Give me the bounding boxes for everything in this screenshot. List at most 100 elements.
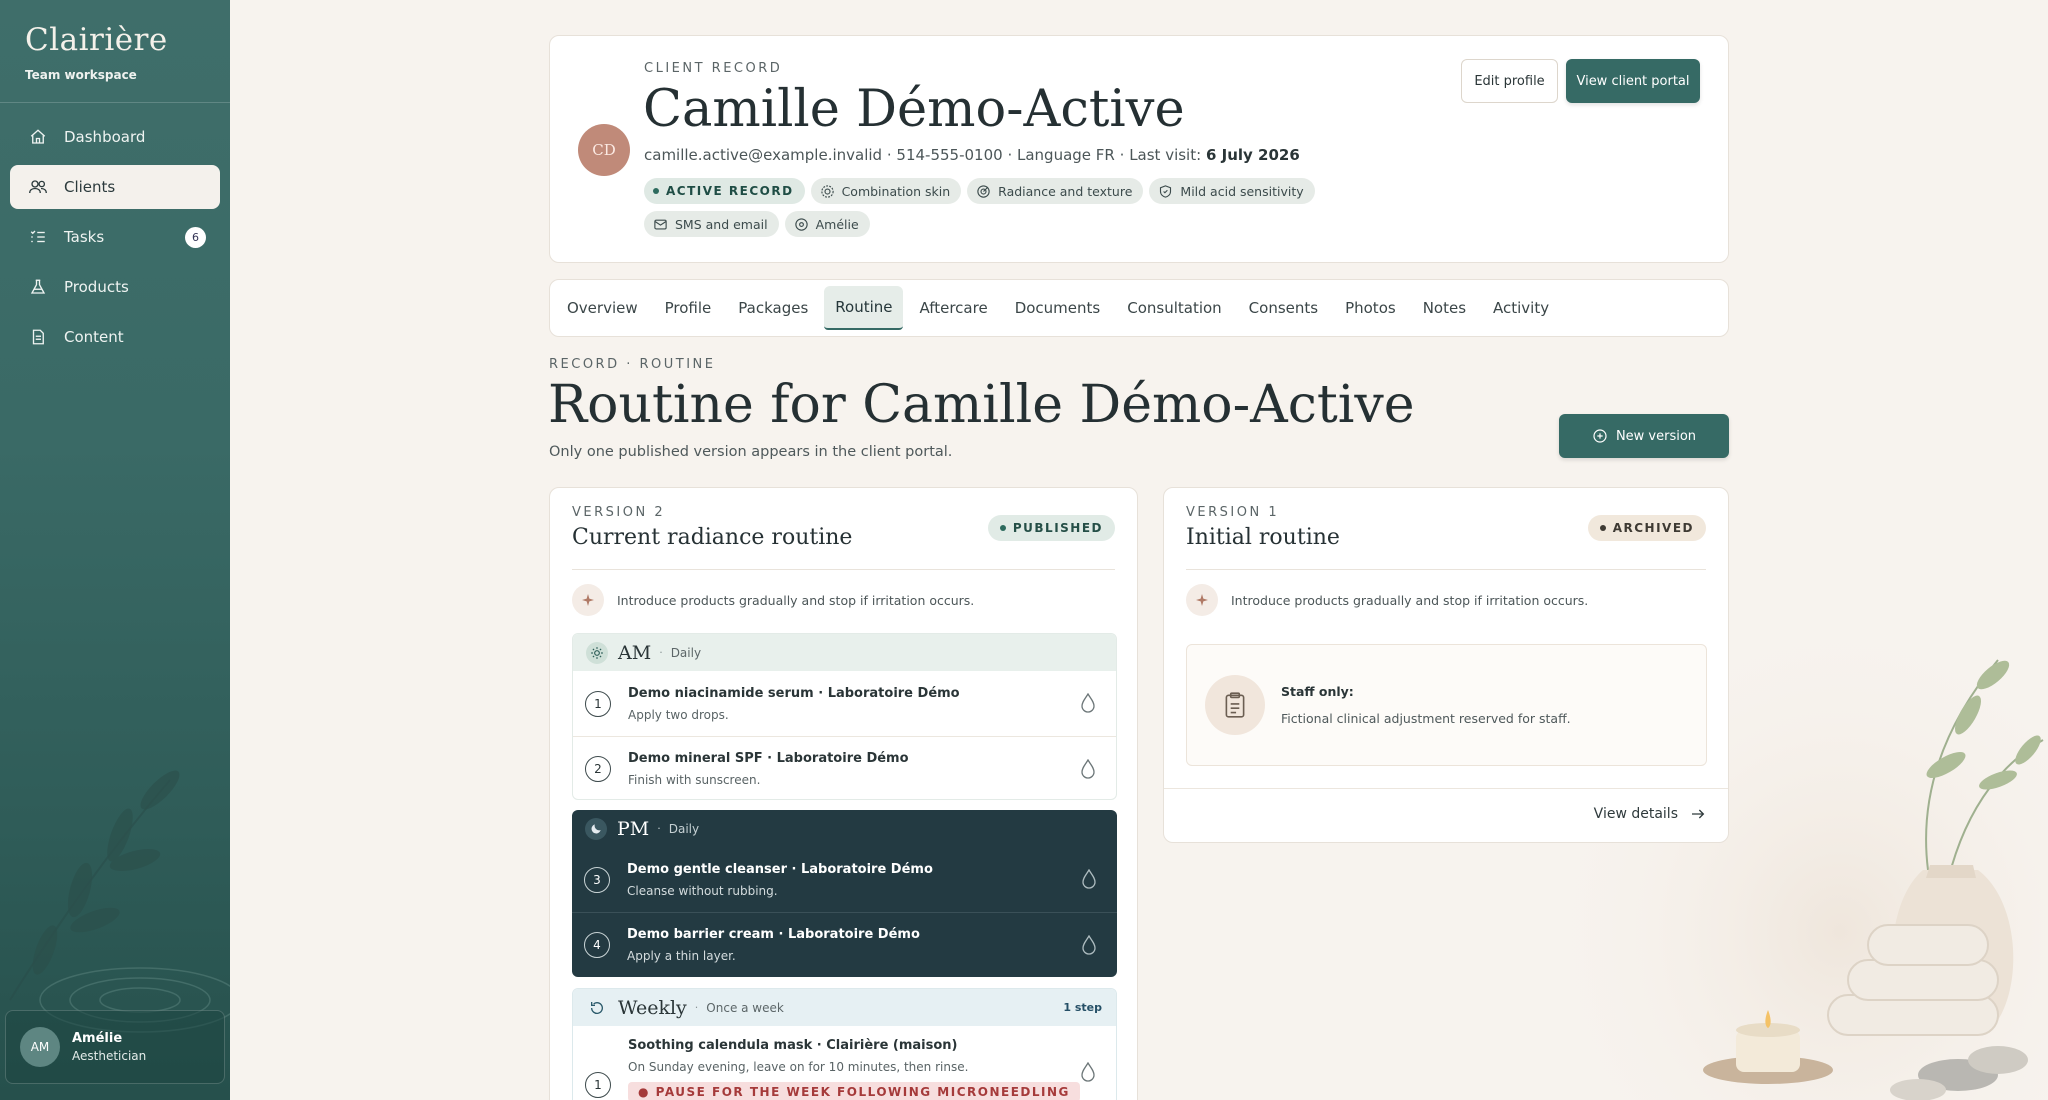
tab-consents[interactable]: Consents [1238, 286, 1329, 330]
note-text: Introduce products gradually and stop if… [1231, 592, 1589, 608]
tab-packages[interactable]: Packages [727, 286, 819, 330]
sidebar-item-label: Products [64, 278, 129, 296]
routine-block-weekly: Weekly · Once a week 1 step 1 Soothing c… [572, 988, 1117, 1100]
user-name: Amélie [72, 1031, 123, 1046]
routine-note: Introduce products gradually and stop if… [1186, 584, 1588, 616]
last-visit-date: 6 July 2026 [1205, 146, 1300, 164]
routine-eyebrow: RECORD · ROUTINE [549, 357, 716, 372]
tab-routine[interactable]: Routine [824, 286, 904, 330]
version-eyebrow: VERSION 1 [1186, 505, 1280, 520]
tab-photos[interactable]: Photos [1334, 286, 1407, 330]
sidebar-item-label: Tasks [64, 228, 105, 246]
users-icon [28, 177, 48, 197]
staff-only-title: Staff only: [1281, 684, 1354, 699]
list-icon [28, 227, 48, 247]
view-details-label: View details [1593, 806, 1678, 822]
tag-sensitivity: Mild acid sensitivity [1149, 178, 1315, 204]
tasks-count-badge: 6 [185, 227, 206, 248]
status-badge: ACTIVE RECORD [644, 178, 805, 204]
record-tabs: Overview Profile Packages Routine Afterc… [549, 279, 1729, 337]
step-number: 1 [585, 690, 611, 717]
client-tags: ACTIVE RECORD Combination skin Radiance … [644, 178, 1424, 237]
step-number: 4 [584, 932, 610, 958]
new-version-label: New version [1615, 428, 1697, 444]
repeat-icon [586, 997, 608, 1019]
sidebar-item-label: Dashboard [64, 128, 146, 146]
tab-profile[interactable]: Profile [654, 286, 723, 330]
sidebar: Clairière Team workspace Dashboard Clien… [0, 0, 230, 1100]
step-number: 2 [585, 756, 611, 782]
view-details-link[interactable]: View details [1594, 806, 1706, 822]
clipboard-icon [1205, 675, 1265, 735]
arrow-right-icon [1690, 807, 1706, 821]
sparkle-icon [572, 584, 604, 616]
step-number: 3 [584, 866, 610, 893]
sidebar-item-products[interactable]: Products [10, 265, 220, 309]
tab-aftercare[interactable]: Aftercare [908, 286, 998, 330]
drop-icon [1082, 935, 1096, 955]
tag-practitioner: Amélie [784, 211, 870, 237]
step-instruction: Apply a thin layer. [627, 949, 736, 963]
sidebar-item-clients[interactable]: Clients [10, 165, 220, 209]
step-instruction: Apply two drops. [628, 707, 729, 722]
list-item[interactable]: 4 Demo barrier cream · Laboratoire Démo … [572, 912, 1117, 977]
divider [1186, 569, 1706, 570]
block-header: Weekly · Once a week 1 step [573, 989, 1116, 1026]
home-icon [28, 127, 48, 147]
tag-skin-type: Combination skin [810, 178, 962, 204]
tab-notes[interactable]: Notes [1412, 286, 1477, 330]
flask-icon [28, 277, 48, 297]
client-email: camille.active@example.invalid [644, 146, 883, 164]
version-title: Initial routine [1186, 525, 1340, 550]
sidebar-item-content[interactable]: Content [10, 315, 220, 359]
step-number: 1 [585, 1072, 611, 1098]
block-frequency: Once a week [706, 1000, 784, 1015]
version-eyebrow: VERSION 2 [572, 505, 666, 520]
skin-icon [820, 184, 835, 199]
divider [1164, 788, 1728, 789]
client-avatar: CD [578, 124, 630, 176]
current-user-card[interactable]: AM Amélie Aesthetician [5, 1010, 225, 1084]
divider [572, 569, 1115, 570]
step-count: 1 step [1063, 1001, 1102, 1014]
sidebar-item-label: Content [64, 328, 124, 346]
routine-block-am: AM · Daily 1 Demo niacinamide serum · La… [572, 633, 1117, 800]
edit-profile-button[interactable]: Edit profile [1461, 59, 1558, 103]
user-target-icon [794, 217, 809, 232]
routine-version-card: VERSION 1 Initial routine ARCHIVED Intro… [1163, 487, 1729, 843]
routine-note: Introduce products gradually and stop if… [572, 584, 974, 616]
sidebar-item-dashboard[interactable]: Dashboard [10, 115, 220, 159]
note-text: Introduce products gradually and stop if… [617, 592, 975, 608]
block-frequency: Daily [668, 821, 700, 836]
drop-icon [1081, 693, 1095, 713]
client-record-eyebrow: CLIENT RECORD [644, 61, 783, 76]
tab-consultation[interactable]: Consultation [1116, 286, 1232, 330]
user-role: Aesthetician [72, 1049, 147, 1063]
list-item[interactable]: 2 Demo mineral SPF · Laboratoire Démo Fi… [573, 736, 1116, 799]
client-name: Camille Démo-Active [643, 80, 1185, 139]
list-item[interactable]: 1 Demo niacinamide serum · Laboratoire D… [573, 671, 1116, 736]
moon-icon [585, 817, 607, 840]
page-subtitle: Only one published version appears in th… [549, 444, 953, 460]
tab-documents[interactable]: Documents [1004, 286, 1112, 330]
list-item[interactable]: 1 Soothing calendula mask · Clairière (m… [573, 1026, 1116, 1100]
version-title: Current radiance routine [572, 525, 853, 550]
sidebar-item-tasks[interactable]: Tasks 6 [10, 215, 220, 259]
view-client-portal-button[interactable]: View client portal [1566, 59, 1700, 103]
list-item[interactable]: 3 Demo gentle cleanser · Laboratoire Dém… [572, 847, 1117, 912]
routine-version-card: VERSION 2 Current radiance routine PUBLI… [549, 487, 1138, 1100]
drop-icon [1081, 1062, 1095, 1082]
tab-overview[interactable]: Overview [556, 286, 649, 330]
last-visit-label: Last visit: [1129, 146, 1202, 164]
staff-only-note: Staff only: Fictional clinical adjustmen… [1186, 644, 1707, 766]
block-name: PM [617, 817, 650, 840]
workspace-label: Team workspace [25, 68, 137, 82]
plus-circle-icon [1592, 428, 1608, 444]
status-badge: ARCHIVED [1587, 515, 1706, 541]
tab-activity[interactable]: Activity [1482, 286, 1560, 330]
step-product: Demo barrier cream · Laboratoire Démo [627, 927, 920, 942]
drop-icon [1082, 869, 1096, 889]
client-contact-line: camille.active@example.invalid · 514-555… [644, 146, 1300, 164]
step-product: Demo mineral SPF · Laboratoire Démo [628, 751, 909, 766]
new-version-button[interactable]: New version [1559, 414, 1729, 458]
